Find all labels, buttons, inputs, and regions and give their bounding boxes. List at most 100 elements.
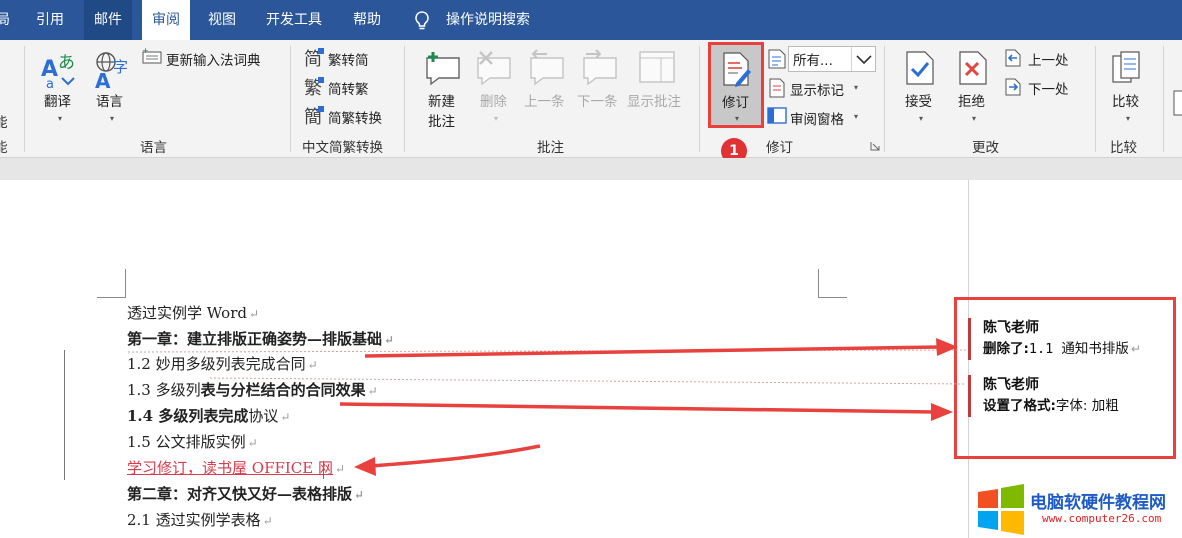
crop-mark-left	[97, 269, 126, 298]
reject-change-button[interactable]: 拒绝	[958, 90, 985, 110]
traditional-to-simplified-button[interactable]: 繁转简	[328, 49, 369, 69]
doc-line-5[interactable]: 1.4 多级列表完成协议 ↵	[127, 405, 290, 427]
compare-dropdown-caret[interactable]: ▾	[1126, 114, 1130, 123]
accept-dropdown-caret[interactable]: ▾	[919, 114, 923, 123]
delete-dropdown-caret: ▾	[494, 114, 499, 123]
show-markup-icon	[767, 78, 787, 98]
previous-change-icon[interactable]	[1004, 48, 1022, 68]
windows-logo-icon	[978, 484, 1024, 535]
previous-change-button[interactable]: 上一处	[1028, 49, 1069, 69]
inserted-text-line[interactable]: 学习修订，读书屋 OFFICE 网 ↵	[127, 457, 345, 479]
doc-line-3[interactable]: 1.2 妙用多级列表完成合同 ↵	[127, 353, 318, 375]
partial-icon	[1173, 90, 1182, 116]
review-ribbon: 能 能 Aあa 翻译 ▾ A字 语言 ▾ + 更新输入法词典 语言 简 繁转简 …	[0, 40, 1182, 158]
show-markup-dropdown-caret[interactable]: ▾	[854, 83, 858, 92]
reviewing-pane-dropdown-caret[interactable]: ▾	[854, 112, 858, 121]
markup-balloon-format[interactable]: 陈飞老师 设置了格式:字体: 加粗	[968, 375, 1168, 417]
tab-view[interactable]: 视图	[198, 0, 246, 40]
balloon-change: 删除了:1.1 通知书排版 ↵	[983, 341, 1141, 357]
group-label-chinese-conversion: 中文简繁转换	[302, 140, 383, 156]
tab-partial[interactable]: 局	[0, 0, 20, 40]
translate-button[interactable]: 翻译	[44, 90, 71, 110]
new-comment-line2[interactable]: 批注	[428, 110, 455, 130]
change-bar	[64, 350, 65, 480]
display-for-review-icon	[767, 48, 787, 70]
doc-line-1[interactable]: 透过实例学 Word ↵	[127, 302, 259, 324]
track-changes-button[interactable]: 修订 ▾	[708, 42, 764, 128]
ribbon-tab-bar: 局 引用 邮件 审阅 视图 开发工具 帮助 操作说明搜索	[0, 0, 1182, 40]
group-separator	[290, 46, 291, 152]
document-top-margin	[0, 158, 1182, 180]
watermark: 电脑软硬件教程网 www.computer26.com	[976, 482, 1182, 538]
reviewing-pane-icon	[767, 107, 787, 125]
svg-text:字: 字	[113, 58, 128, 76]
group-separator	[1095, 46, 1096, 152]
group-separator	[1163, 46, 1164, 152]
show-markup-button[interactable]: 显示标记	[790, 79, 844, 99]
doc-line-9[interactable]: 2.1 透过实例学表格 ↵	[127, 509, 273, 531]
previous-comment-icon	[527, 48, 567, 88]
tab-references[interactable]: 引用	[26, 0, 74, 40]
text-cursor	[323, 461, 324, 479]
doc-line-6[interactable]: 1.5 公文排版实例 ↵	[127, 431, 258, 453]
keyboard-icon[interactable]: +	[142, 48, 162, 64]
simplified-to-traditional-icon[interactable]: 繁	[304, 76, 326, 98]
track-changes-dropdown-caret[interactable]: ▾	[735, 114, 739, 123]
show-comments-icon	[637, 48, 677, 88]
next-comment-icon	[580, 48, 620, 88]
tab-developer[interactable]: 开发工具	[256, 0, 332, 40]
reviewing-pane-button[interactable]: 审阅窗格	[790, 108, 844, 128]
tell-me-search[interactable]: 操作说明搜索	[446, 0, 530, 40]
next-comment-button: 下一条	[577, 94, 618, 110]
language-button[interactable]: 语言	[96, 90, 123, 110]
group-label-language: 语言	[140, 140, 167, 156]
language-icon[interactable]: A字	[93, 50, 133, 90]
tab-help[interactable]: 帮助	[343, 0, 391, 40]
reject-dropdown-caret[interactable]: ▾	[972, 114, 976, 123]
tab-review[interactable]: 审阅	[142, 0, 190, 40]
next-change-button[interactable]: 下一处	[1028, 78, 1069, 98]
partial-group-label: 能	[0, 140, 8, 156]
group-label-changes: 更改	[972, 140, 999, 156]
accept-change-icon[interactable]	[904, 50, 936, 86]
tab-mailings[interactable]: 邮件	[84, 0, 132, 40]
crop-mark-right	[818, 269, 847, 298]
svg-text:a: a	[46, 77, 54, 90]
doc-line-2[interactable]: 第一章：建立排版正确姿势—排版基础 ↵	[127, 328, 394, 350]
group-label-compare: 比较	[1110, 140, 1137, 156]
accept-change-button[interactable]: 接受	[905, 90, 932, 110]
group-separator	[699, 46, 700, 152]
dialog-launcher-icon[interactable]	[870, 141, 880, 151]
delete-comment-button: 删除	[480, 94, 507, 110]
new-comment-icon[interactable]	[423, 48, 463, 88]
watermark-title: 电脑软硬件教程网	[1030, 493, 1166, 513]
svg-text:A: A	[95, 69, 111, 90]
compare-button[interactable]: 比较	[1112, 90, 1139, 110]
chinese-conversion-icon[interactable]: 簡	[304, 105, 326, 127]
track-changes-icon	[722, 51, 752, 87]
chinese-conversion-button[interactable]: 简繁转换	[328, 107, 382, 127]
update-ime-dictionary-button[interactable]: 更新输入法词典	[166, 49, 261, 69]
doc-line-4[interactable]: 1.3 多级列表与分栏结合的合同效果 ↵	[127, 379, 378, 401]
next-change-icon[interactable]	[1004, 77, 1022, 97]
new-comment-line1[interactable]: 新建	[428, 90, 455, 110]
reject-change-icon[interactable]	[957, 50, 989, 86]
compare-icon[interactable]	[1110, 50, 1144, 86]
balloon-author: 陈飞老师	[983, 320, 1039, 336]
markup-balloon-deletion[interactable]: 陈飞老师 删除了:1.1 通知书排版 ↵	[968, 318, 1168, 360]
lightbulb-icon[interactable]	[413, 10, 431, 32]
display-for-review-select[interactable]: 所有...	[788, 46, 876, 72]
group-separator	[404, 46, 405, 152]
track-changes-label: 修订	[722, 95, 749, 111]
traditional-to-simplified-icon[interactable]: 简	[304, 47, 326, 69]
chevron-down-icon[interactable]	[851, 47, 875, 71]
group-label-comments: 批注	[537, 140, 564, 156]
simplified-to-traditional-button[interactable]: 简转繁	[328, 78, 369, 98]
translate-dropdown-caret[interactable]: ▾	[58, 114, 62, 123]
doc-line-8[interactable]: 第二章：对齐又快又好—表格排版 ↵	[127, 483, 364, 505]
translate-icon[interactable]: Aあa	[40, 50, 80, 90]
language-dropdown-caret[interactable]: ▾	[110, 114, 114, 123]
svg-text:あ: あ	[58, 53, 75, 73]
balloon-change: 设置了格式:字体: 加粗	[983, 398, 1119, 414]
show-comments-button: 显示批注	[627, 94, 681, 110]
